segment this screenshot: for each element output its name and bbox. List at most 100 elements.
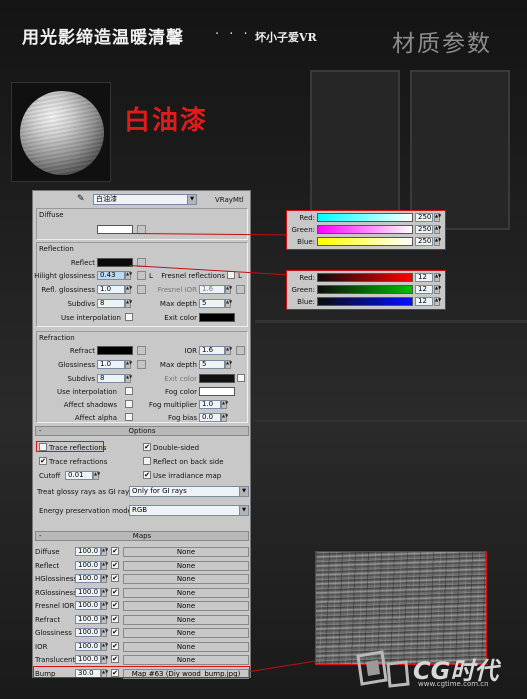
- map-slot-button[interactable]: None: [123, 547, 249, 557]
- maps-rollout-header[interactable]: - Maps: [35, 531, 249, 541]
- trace-refractions-checkbox[interactable]: ✔: [39, 457, 47, 465]
- refr-exit-color-swatch[interactable]: [199, 374, 235, 383]
- fresnel-ior-spinner[interactable]: ▲▼: [225, 285, 232, 294]
- reflect-back-side-checkbox[interactable]: [143, 457, 151, 465]
- refr-subdivs-spinner[interactable]: ▲▼: [125, 374, 132, 383]
- map-amount-spinner[interactable]: ▲▼: [101, 601, 108, 610]
- map-enable-checkbox[interactable]: ✔: [111, 614, 119, 623]
- map-amount-spinner[interactable]: ▲▼: [101, 641, 108, 651]
- channel-value-input[interactable]: 12: [415, 297, 433, 306]
- diffuse-color-swatch[interactable]: [97, 225, 133, 234]
- reflect-color-swatch[interactable]: [97, 258, 133, 267]
- fog-bias-spinner[interactable]: ▲▼: [221, 413, 228, 422]
- channel-slider[interactable]: [317, 273, 413, 282]
- map-slot-button[interactable]: None: [123, 628, 249, 638]
- refr-maxdepth-spinner[interactable]: ▲▼: [225, 360, 232, 369]
- fog-multiplier-input[interactable]: 1.0: [199, 400, 221, 409]
- map-amount-spinner[interactable]: ▲▼: [101, 655, 108, 664]
- refl-maxdepth-spinner[interactable]: ▲▼: [225, 299, 232, 308]
- channel-spinner[interactable]: ▲▼: [434, 213, 441, 222]
- map-amount-spinner[interactable]: ▲▼: [101, 547, 108, 556]
- map-amount-input[interactable]: 100.0: [75, 601, 101, 610]
- channel-spinner[interactable]: ▲▼: [434, 273, 441, 282]
- fresnel-ior-map-button[interactable]: [236, 285, 245, 294]
- refl-subdivs-input[interactable]: 8: [97, 299, 125, 308]
- refl-exit-color-swatch[interactable]: [199, 313, 235, 322]
- hilight-glossiness-map-button[interactable]: [137, 271, 146, 280]
- map-enable-checkbox[interactable]: ✔: [111, 587, 119, 596]
- map-amount-spinner[interactable]: ▲▼: [101, 560, 108, 570]
- options-rollout-header[interactable]: - Options: [35, 426, 249, 436]
- use-irradiance-map-checkbox[interactable]: ✔: [143, 471, 151, 479]
- map-enable-checkbox[interactable]: ✔: [111, 641, 119, 650]
- fresnel-ior-input[interactable]: 1.6: [199, 285, 225, 294]
- glossiness-spinner[interactable]: ▲▼: [125, 360, 132, 369]
- glossiness-map-button[interactable]: [137, 360, 146, 369]
- channel-slider[interactable]: [317, 237, 413, 246]
- refr-use-interpolation-checkbox[interactable]: [125, 387, 133, 395]
- map-amount-input[interactable]: 100.0: [75, 641, 101, 651]
- hilight-lock-button[interactable]: L: [149, 272, 153, 281]
- ior-input[interactable]: 1.6: [199, 346, 225, 355]
- map-enable-checkbox[interactable]: ✔: [111, 655, 119, 663]
- hilight-glossiness-spinner[interactable]: ▲▼: [125, 271, 132, 280]
- refract-color-swatch[interactable]: [97, 346, 133, 355]
- affect-shadows-checkbox[interactable]: [125, 400, 133, 408]
- channel-spinner[interactable]: ▲▼: [434, 285, 441, 294]
- map-amount-input[interactable]: 100.0: [75, 560, 101, 570]
- map-slot-button[interactable]: None: [123, 601, 249, 611]
- ior-spinner[interactable]: ▲▼: [225, 346, 232, 355]
- map-slot-button[interactable]: None: [123, 614, 249, 625]
- map-amount-input[interactable]: 100.0: [75, 547, 101, 556]
- fog-multiplier-spinner[interactable]: ▲▼: [221, 400, 228, 409]
- cutoff-input[interactable]: 0.01: [65, 471, 93, 480]
- channel-value-input[interactable]: 12: [415, 273, 433, 282]
- refr-exit-color-checkbox[interactable]: [237, 374, 245, 382]
- map-amount-input[interactable]: 100.0: [75, 574, 101, 583]
- map-slot-button[interactable]: None: [123, 641, 249, 652]
- refl-use-interpolation-checkbox[interactable]: [125, 313, 133, 321]
- map-amount-input[interactable]: 100.0: [75, 655, 101, 664]
- channel-spinner[interactable]: ▲▼: [434, 237, 441, 246]
- hilight-glossiness-input[interactable]: 0.43: [97, 271, 125, 280]
- affect-alpha-checkbox[interactable]: [125, 413, 133, 421]
- map-slot-button[interactable]: None: [123, 655, 249, 665]
- channel-value-input[interactable]: 250: [415, 237, 433, 246]
- map-enable-checkbox[interactable]: ✔: [111, 560, 119, 569]
- map-amount-spinner[interactable]: ▲▼: [101, 614, 108, 624]
- refract-map-button[interactable]: [137, 346, 146, 355]
- fog-bias-input[interactable]: 0.0: [199, 413, 221, 422]
- material-name-dropdown[interactable]: 白油漆 ▼: [93, 194, 197, 205]
- map-enable-checkbox[interactable]: ✔: [111, 601, 119, 609]
- channel-value-input[interactable]: 250: [415, 225, 433, 234]
- channel-spinner[interactable]: ▲▼: [434, 297, 441, 306]
- map-enable-checkbox[interactable]: ✔: [111, 628, 119, 636]
- map-enable-checkbox[interactable]: ✔: [111, 547, 119, 555]
- eyedropper-icon[interactable]: ✎: [77, 195, 85, 204]
- channel-value-input[interactable]: 250: [415, 213, 433, 222]
- refl-maxdepth-input[interactable]: 5: [199, 299, 225, 308]
- refl-glossiness-map-button[interactable]: [137, 285, 146, 294]
- glossy-gi-dropdown[interactable]: Only for GI rays ▼: [129, 486, 249, 497]
- fog-color-swatch[interactable]: [199, 387, 235, 396]
- ior-map-button[interactable]: [236, 346, 245, 355]
- refr-maxdepth-input[interactable]: 5: [199, 360, 225, 369]
- map-amount-spinner[interactable]: ▲▼: [101, 587, 108, 597]
- map-slot-button[interactable]: None: [123, 587, 249, 598]
- refl-glossiness-input[interactable]: 1.0: [97, 285, 125, 294]
- channel-value-input[interactable]: 12: [415, 285, 433, 294]
- map-slot-button[interactable]: None: [123, 560, 249, 571]
- map-amount-input[interactable]: 100.0: [75, 614, 101, 624]
- channel-slider[interactable]: [317, 285, 413, 294]
- material-type-button[interactable]: VRayMtl: [215, 196, 244, 205]
- refl-glossiness-spinner[interactable]: ▲▼: [125, 285, 132, 294]
- map-slot-button[interactable]: None: [123, 574, 249, 584]
- trace-reflections-checkbox[interactable]: [39, 443, 47, 451]
- map-amount-input[interactable]: 100.0: [75, 628, 101, 637]
- map-amount-spinner[interactable]: ▲▼: [101, 574, 108, 583]
- map-amount-input[interactable]: 100.0: [75, 587, 101, 597]
- fresnel-lock-button[interactable]: L: [238, 272, 242, 281]
- glossiness-input[interactable]: 1.0: [97, 360, 125, 369]
- cutoff-spinner[interactable]: ▲▼: [93, 471, 100, 480]
- channel-slider[interactable]: [317, 297, 413, 306]
